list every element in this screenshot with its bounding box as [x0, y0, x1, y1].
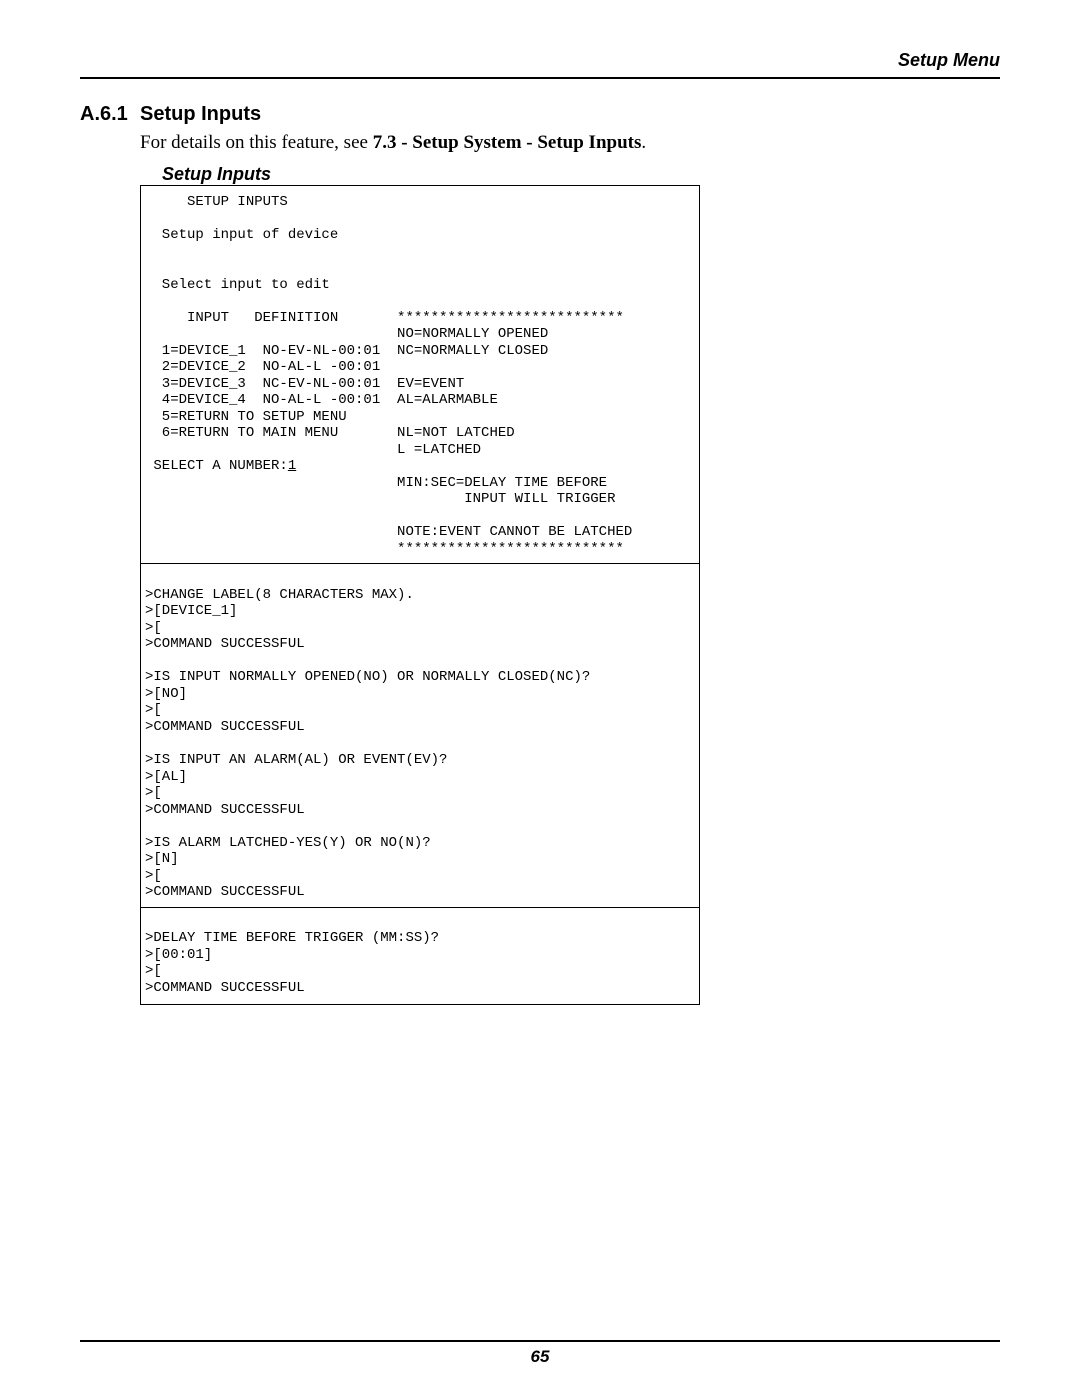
intro-suffix: . — [641, 132, 646, 153]
page-number: 65 — [80, 1347, 1000, 1367]
select-number-value: 1 — [288, 458, 296, 474]
header-rule — [80, 77, 1000, 79]
figure-caption: Setup Inputs — [162, 164, 1000, 185]
terminal-bottom-block: >DELAY TIME BEFORE TRIGGER (MM:SS)? >[00… — [145, 930, 439, 996]
section-number: A.6.1 — [80, 103, 140, 126]
terminal-divider-1 — [141, 563, 699, 564]
terminal-box: SETUP INPUTS Setup input of device Selec… — [140, 185, 700, 1005]
terminal-top-block: SETUP INPUTS Setup input of device Selec… — [145, 194, 632, 557]
intro-prefix: For details on this feature, see — [140, 132, 373, 153]
intro-paragraph: For details on this feature, see 7.3 - S… — [140, 132, 1000, 154]
section-heading: A.6.1 Setup Inputs — [80, 103, 1000, 126]
page: Setup Menu A.6.1 Setup Inputs For detail… — [0, 0, 1080, 1397]
terminal-divider-2 — [141, 907, 699, 908]
intro-crossref: 7.3 - Setup System - Setup Inputs — [373, 132, 642, 153]
terminal-middle-block: >CHANGE LABEL(8 CHARACTERS MAX). >[DEVIC… — [145, 587, 590, 900]
header-section-label: Setup Menu — [80, 50, 1000, 71]
footer-rule — [80, 1340, 1000, 1342]
section-title: Setup Inputs — [140, 103, 261, 126]
